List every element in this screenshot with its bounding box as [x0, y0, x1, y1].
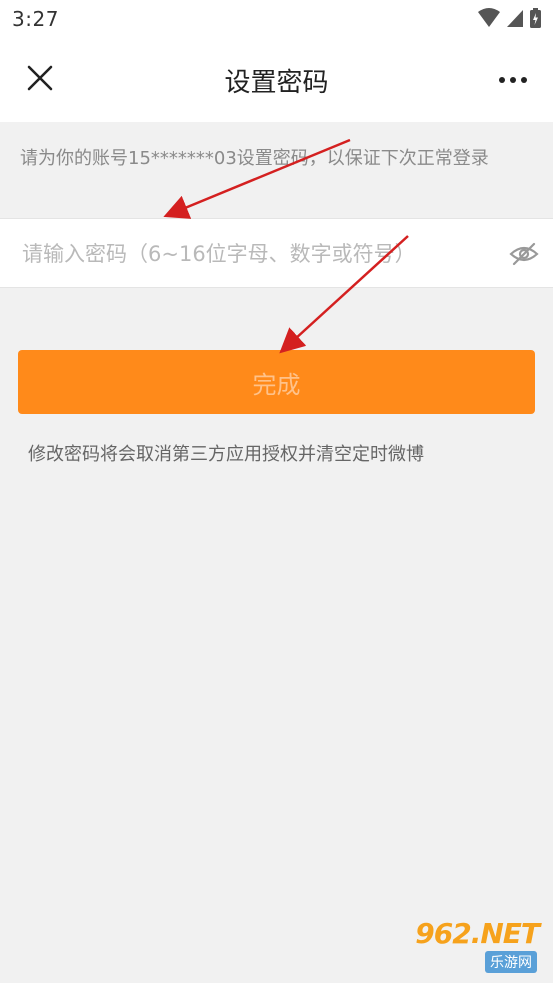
page-title: 设置密码: [224, 68, 329, 98]
password-input[interactable]: [20, 231, 494, 277]
password-row: [0, 218, 553, 288]
nav-bar: 设置密码: [0, 38, 553, 122]
more-button[interactable]: [491, 60, 535, 100]
account-hint: 请为你的账号15*******03设置密码，以保证下次正常登录: [20, 148, 489, 169]
password-visibility-toggle[interactable]: [507, 237, 541, 271]
signal-icon: [507, 10, 523, 27]
status-time: 3:27: [12, 7, 59, 31]
status-icons: [478, 8, 541, 28]
battery-icon: [530, 8, 541, 28]
watermark-logo: 962.NET: [415, 917, 540, 950]
watermark: 962.NET 乐游网: [407, 917, 547, 977]
done-button[interactable]: 完成: [18, 350, 535, 414]
password-change-note: 修改密码将会取消第三方应用授权并清空定时微博: [28, 444, 424, 465]
wifi-icon: [478, 8, 500, 27]
watermark-subtitle: 乐游网: [485, 951, 537, 973]
more-icon: [499, 77, 527, 83]
status-bar: 3:27: [0, 0, 553, 38]
eye-off-icon: [509, 242, 539, 266]
